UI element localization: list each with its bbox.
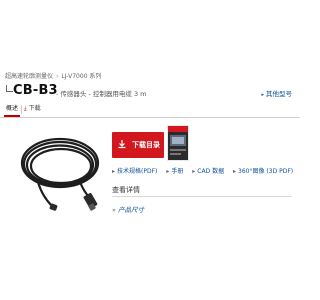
cad-icon: ▸ (192, 168, 196, 175)
resource-label: 360°图像 (3D PDF) (238, 168, 294, 175)
breadcrumb-item-series[interactable]: LJ-V7000 系列 (61, 73, 101, 80)
triangle-right-icon: ▸ (261, 92, 264, 98)
download-catalog-label: 下载目录 (132, 141, 160, 149)
breadcrumb: 超高速轮廓测量仪 › LJ-V7000 系列 (5, 71, 101, 80)
tab-download[interactable]: ⤓ 下载 (24, 101, 41, 117)
download-icon (118, 140, 126, 149)
download-catalog-button[interactable]: 下载目录 (112, 132, 164, 158)
document-icon: ▸ (112, 168, 116, 175)
product-code: CB-B3 (13, 83, 58, 98)
resource-label: CAD 数据 (197, 168, 225, 175)
book-icon: ▸ (166, 168, 170, 175)
resource-label: 技术规格(PDF) (117, 168, 158, 175)
tab-overview[interactable]: 概述 (4, 101, 20, 117)
tab-download-label: 下载 (28, 105, 41, 112)
catalog-thumbnail[interactable] (167, 125, 189, 161)
resource-label: 手册 (171, 168, 184, 175)
resource-link-manual[interactable]: ▸ 手册 (166, 168, 183, 175)
tab-divider (21, 105, 22, 114)
resource-link-360[interactable]: ▸ 360°图像 (3D PDF) (233, 168, 293, 175)
chevron-right-icon: » (112, 206, 116, 214)
cable-product-image (20, 137, 100, 211)
other-models-link[interactable]: ▸ 其他型号 (261, 88, 292, 98)
product-description: - 传感器头 - 控制器用电缆 3 m (56, 90, 147, 98)
details-divider (112, 196, 292, 197)
details-heading: 查看详情 (112, 186, 140, 194)
other-models-label: 其他型号 (266, 90, 292, 98)
cube-icon: ▸ (233, 168, 237, 175)
breadcrumb-item-series-family[interactable]: 超高速轮廓测量仪 (5, 73, 53, 80)
tab-bar: 概述 ⤓ 下载 (0, 101, 300, 118)
download-arrow-icon: ⤓ (24, 105, 27, 112)
resource-link-spec[interactable]: ▸ 技术规格(PDF) (112, 168, 157, 175)
product-header: CB-B3 - 传感器头 - 控制器用电缆 3 m ▸ 其他型号 (0, 83, 300, 99)
product-size-label: 产品尺寸 (117, 206, 144, 214)
resource-link-cad[interactable]: ▸ CAD 数据 (192, 168, 224, 175)
product-size-link[interactable]: » 产品尺寸 (112, 204, 144, 214)
breadcrumb-separator: › (56, 73, 59, 80)
resource-links: ▸ 技术规格(PDF) ▸ 手册 ▸ CAD 数据 ▸ 360°图像 (3D PDF) (112, 166, 300, 175)
back-arrow-icon[interactable] (6, 85, 13, 92)
